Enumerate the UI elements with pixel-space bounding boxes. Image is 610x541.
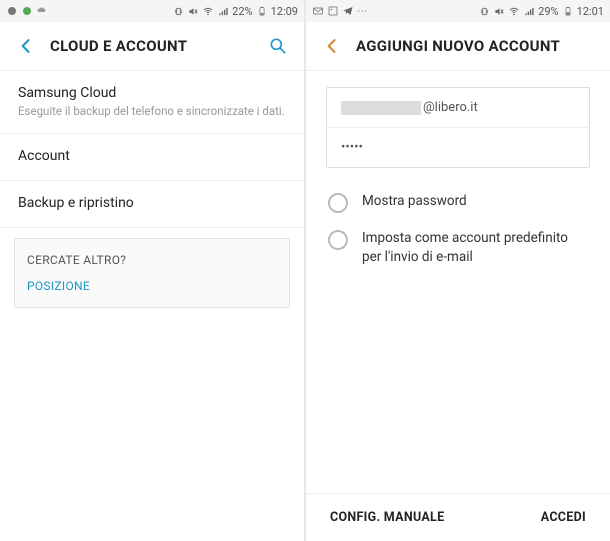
list-item-subtitle: Eseguite il backup del telefono e sincro… bbox=[18, 103, 286, 119]
settings-screen: 22% 12:09 CLOUD E ACCOUNT Samsung Cloud … bbox=[0, 0, 304, 541]
header: CLOUD E ACCOUNT bbox=[0, 22, 304, 71]
email-username-redacted bbox=[341, 101, 421, 115]
mute-icon bbox=[493, 5, 505, 17]
back-icon[interactable] bbox=[16, 36, 36, 56]
section-title: CERCATE ALTRO? bbox=[27, 253, 277, 267]
password-field[interactable] bbox=[327, 128, 589, 167]
list-item-samsung-cloud[interactable]: Samsung Cloud Eseguite il backup del tel… bbox=[0, 71, 304, 134]
default-account-label: Imposta come account predefinito per l'i… bbox=[362, 229, 588, 267]
show-password-toggle[interactable]: Mostra password bbox=[326, 184, 590, 221]
more-icon: ⋯ bbox=[357, 6, 367, 17]
list-item-account[interactable]: Account bbox=[0, 134, 304, 181]
list-item-title: Samsung Cloud bbox=[18, 85, 286, 101]
search-other-section: CERCATE ALTRO? POSIZIONE bbox=[14, 238, 290, 308]
status-bar: 22% 12:09 bbox=[0, 0, 304, 22]
search-icon[interactable] bbox=[268, 36, 288, 56]
form-content: @libero.it Mostra password Imposta come … bbox=[306, 71, 610, 493]
wifi-icon bbox=[508, 5, 520, 17]
add-account-screen: ⋯ 29% 12:01 AGGIUNGI NUOVO ACC bbox=[306, 0, 610, 541]
email-domain: @libero.it bbox=[423, 100, 478, 115]
back-icon[interactable] bbox=[322, 36, 342, 56]
signal-icon bbox=[217, 5, 229, 17]
show-password-label: Mostra password bbox=[362, 192, 467, 211]
battery-percent: 29% bbox=[538, 5, 558, 18]
page-title: AGGIUNGI NUOVO ACCOUNT bbox=[356, 37, 594, 55]
clock-time: 12:09 bbox=[271, 5, 298, 18]
notification-icon bbox=[21, 5, 33, 17]
vibrate-icon bbox=[478, 5, 490, 17]
gallery-icon bbox=[327, 5, 339, 17]
list-item-title: Account bbox=[18, 148, 286, 164]
notification-icon bbox=[6, 5, 18, 17]
credentials-group: @libero.it bbox=[326, 87, 590, 168]
mute-icon bbox=[187, 5, 199, 17]
battery-icon bbox=[256, 5, 268, 17]
battery-percent: 22% bbox=[232, 5, 252, 18]
status-bar: ⋯ 29% 12:01 bbox=[306, 0, 610, 22]
radio-icon bbox=[328, 193, 348, 213]
footer-actions: CONFIG. MANUALE ACCEDI bbox=[306, 493, 610, 541]
content-list: Samsung Cloud Eseguite il backup del tel… bbox=[0, 71, 304, 541]
mail-icon bbox=[312, 5, 324, 17]
radio-icon bbox=[328, 230, 348, 250]
header: AGGIUNGI NUOVO ACCOUNT bbox=[306, 22, 610, 71]
wifi-icon bbox=[202, 5, 214, 17]
battery-icon bbox=[562, 5, 574, 17]
page-title: CLOUD E ACCOUNT bbox=[50, 37, 268, 55]
email-field[interactable]: @libero.it bbox=[327, 88, 589, 127]
list-item-backup[interactable]: Backup e ripristino bbox=[0, 181, 304, 228]
clock-time: 12:01 bbox=[577, 5, 604, 18]
default-account-toggle[interactable]: Imposta come account predefinito per l'i… bbox=[326, 221, 590, 275]
signin-button[interactable]: ACCEDI bbox=[541, 510, 586, 525]
vibrate-icon bbox=[172, 5, 184, 17]
cloud-icon bbox=[36, 5, 48, 17]
position-link[interactable]: POSIZIONE bbox=[27, 279, 277, 293]
manual-config-button[interactable]: CONFIG. MANUALE bbox=[330, 510, 444, 525]
list-item-title: Backup e ripristino bbox=[18, 195, 286, 211]
telegram-icon bbox=[342, 5, 354, 17]
signal-icon bbox=[523, 5, 535, 17]
